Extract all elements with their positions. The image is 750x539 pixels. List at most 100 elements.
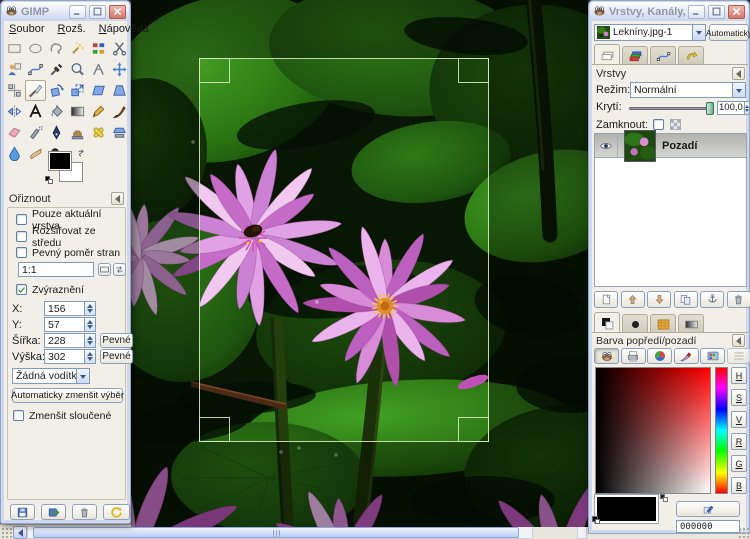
spinner-arrows[interactable] — [84, 318, 95, 331]
open-color-dialog-button[interactable] — [676, 501, 740, 517]
new-layer-button[interactable] — [594, 291, 618, 308]
tool-zoom-button[interactable] — [67, 59, 88, 80]
hex-color-input[interactable]: 000000 — [676, 520, 740, 533]
width-spinner[interactable]: 228 — [44, 333, 96, 348]
image-canvas[interactable] — [131, 0, 588, 527]
minimize-button[interactable] — [688, 5, 705, 19]
default-colors-icon[interactable] — [45, 176, 53, 184]
close-button[interactable] — [109, 5, 126, 19]
channel-h-button[interactable]: H — [731, 367, 747, 384]
dock-menu-button[interactable] — [111, 192, 124, 205]
tool-crop-button[interactable] — [25, 80, 46, 101]
x-spinner[interactable]: 156 — [44, 301, 96, 316]
crop-handle-top-right[interactable] — [458, 58, 489, 83]
spinner-arrows[interactable] — [84, 350, 95, 363]
crop-selection-rect[interactable] — [199, 58, 489, 442]
saturation-value-square[interactable] — [595, 367, 711, 494]
aspect-ratio-input[interactable]: 1:1 — [18, 262, 94, 277]
tool-perspective-button[interactable] — [109, 80, 130, 101]
tool-blend-button[interactable] — [67, 101, 88, 122]
scroll-left-button[interactable] — [13, 526, 27, 539]
autoshrink-button[interactable]: Automaticky zmenšit výběr — [12, 388, 123, 403]
channel-s-button[interactable]: S — [731, 389, 747, 406]
reset-color-icon[interactable] — [660, 494, 669, 503]
close-button[interactable] — [728, 5, 745, 19]
tool-ellipse-select-button[interactable] — [25, 38, 46, 59]
maximize-button[interactable] — [708, 5, 725, 19]
tab-brushes[interactable] — [622, 314, 648, 333]
crop-handle-bottom-right[interactable] — [458, 417, 489, 442]
opacity-spinner[interactable]: 100,0 — [717, 101, 750, 115]
visibility-eye-icon[interactable] — [599, 139, 613, 153]
raise-layer-button[interactable] — [621, 291, 645, 308]
guides-dropdown[interactable]: Žádná vodítka — [12, 368, 90, 384]
swap-colors-icon[interactable] — [77, 148, 87, 161]
tool-select-by-color-button[interactable] — [88, 38, 109, 59]
tool-rect-select-button[interactable] — [4, 38, 25, 59]
tool-free-select-button[interactable] — [46, 38, 67, 59]
window-resize-grip[interactable] — [738, 527, 749, 538]
tool-clone-button[interactable] — [67, 122, 88, 143]
tool-scale-button[interactable] — [67, 80, 88, 101]
tool-flip-button[interactable] — [4, 101, 25, 122]
tool-text-button[interactable] — [25, 101, 46, 122]
tool-measure-button[interactable] — [88, 59, 109, 80]
tool-eraser-button[interactable] — [4, 122, 25, 143]
minimize-button[interactable] — [69, 5, 86, 19]
tab-patterns[interactable] — [650, 314, 676, 333]
save-options-button[interactable] — [10, 504, 35, 520]
tool-color-picker-button[interactable] — [46, 59, 67, 80]
selector-palette-button[interactable] — [700, 348, 725, 364]
maximize-button[interactable] — [89, 5, 106, 19]
current-color-swatch[interactable] — [595, 495, 658, 523]
aspect-swap-button[interactable] — [113, 263, 126, 276]
dock-menu-button[interactable] — [732, 334, 745, 347]
duplicate-layer-button[interactable] — [674, 291, 698, 308]
checkbox-highlight[interactable]: Zvýraznění — [16, 283, 84, 296]
lock-alpha-checkbox[interactable] — [653, 119, 664, 130]
tool-shear-button[interactable] — [88, 80, 109, 101]
layer-row-pozadi[interactable]: Pozadí — [595, 134, 746, 158]
delete-options-button[interactable] — [72, 504, 97, 520]
spinner-arrows[interactable] — [84, 302, 95, 315]
checkbox-expand-center[interactable]: Rozšiřovat ze středu — [16, 230, 125, 243]
foreground-color-swatch[interactable] — [48, 151, 72, 171]
height-fixed-button[interactable]: Pevné — [100, 349, 133, 364]
tool-smudge-button[interactable] — [25, 143, 46, 164]
tool-rotate-button[interactable] — [46, 80, 67, 101]
image-selector-dropdown[interactable]: Lekníny.jpg-1 — [594, 24, 706, 41]
height-spinner[interactable]: 302 — [44, 349, 96, 364]
crop-handle-top-left[interactable] — [199, 58, 230, 83]
auto-follow-button[interactable]: Automaticky — [709, 24, 749, 41]
restore-options-button[interactable] — [41, 504, 66, 520]
tool-bucket-fill-button[interactable] — [46, 101, 67, 122]
y-spinner[interactable]: 57 — [44, 317, 96, 332]
hue-bar[interactable] — [715, 367, 728, 494]
dock-menu-button[interactable] — [732, 67, 745, 80]
channel-g-button[interactable]: G — [731, 455, 747, 472]
tab-paths[interactable] — [650, 46, 676, 65]
spinner-arrows[interactable] — [84, 334, 95, 347]
menu-soubor[interactable]: Soubor — [7, 22, 46, 36]
crop-handle-bottom-left[interactable] — [199, 417, 230, 442]
dock-titlebar[interactable]: Vrstvy, Kanály, Cesty, ... — [590, 2, 748, 21]
selector-wheel-button[interactable] — [647, 348, 672, 364]
aspect-landscape-button[interactable] — [98, 263, 111, 276]
tool-align-button[interactable] — [4, 80, 25, 101]
tool-fuzzy-select-button[interactable] — [67, 38, 88, 59]
tool-scissors-button[interactable] — [109, 38, 130, 59]
tool-paths-button[interactable] — [25, 59, 46, 80]
tool-pencil-button[interactable] — [88, 101, 109, 122]
tool-perspective-clone-button[interactable] — [109, 122, 130, 143]
tab-gradients[interactable] — [678, 314, 704, 333]
selector-watercolor-button[interactable] — [674, 348, 699, 364]
mode-dropdown[interactable]: Normální — [630, 82, 746, 98]
fg-bg-mini-icon[interactable] — [592, 516, 601, 525]
menu-rozs[interactable]: Rozš. — [55, 22, 87, 36]
tab-layers[interactable] — [594, 44, 620, 65]
selector-gimp-button[interactable] — [594, 348, 619, 364]
lower-layer-button[interactable] — [647, 291, 671, 308]
width-fixed-button[interactable]: Pevné — [100, 333, 133, 348]
tool-ink-button[interactable] — [46, 122, 67, 143]
checkbox-shrink-merged[interactable]: Zmenšit sloučené — [13, 409, 111, 422]
